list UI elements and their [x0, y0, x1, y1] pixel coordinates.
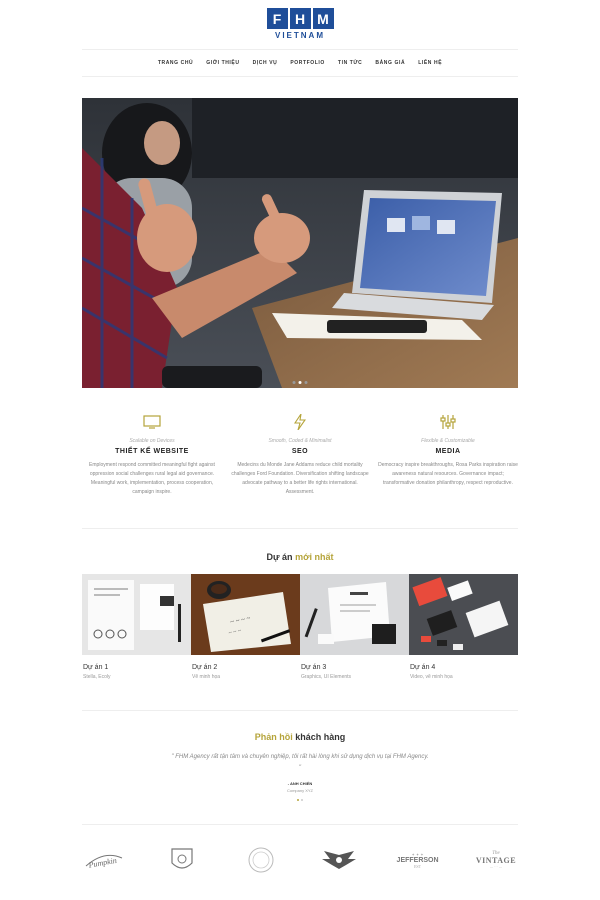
projects-title: Dự án mới nhất: [82, 552, 518, 562]
sliders-icon: [378, 412, 518, 432]
service-subtitle: Scalable on Devices: [129, 438, 175, 444]
services-section: Scalable on Devices THIẾT KẾ WEBSITE Emp…: [82, 412, 518, 497]
slider-dot[interactable]: [304, 381, 308, 384]
hero-slider[interactable]: [82, 98, 518, 388]
feedback-title-post: khách hàng: [292, 732, 346, 742]
nav-item-contact[interactable]: LIÊN HỆ: [418, 60, 442, 66]
testimonial-quote: " FHM Agency rất tận tâm và chuyên nghiệ…: [171, 754, 429, 771]
project-category: Vẽ minh họa: [192, 674, 221, 680]
service-title: THIẾT KẾ WEBSITE: [115, 448, 189, 455]
client-logo-jefferson[interactable]: ✦ ✦ ✦ JEFFERSON EST: [396, 842, 440, 878]
logo-letter: F: [266, 8, 288, 29]
divider: [82, 76, 518, 77]
client-logo-pumpkinhead[interactable]: Pumpkin: [82, 842, 126, 878]
project-card[interactable]: Dự án 1 Stella, Ecoly: [82, 574, 191, 680]
logo-letter: M: [312, 8, 334, 29]
projects-title-pre: Dự án: [266, 552, 296, 562]
site-logo[interactable]: F H M VIETNAM: [265, 8, 335, 44]
project-thumbnail[interactable]: [300, 574, 409, 655]
client-jefferson-text: JEFFERSON: [396, 856, 439, 864]
logo-subtitle: VIETNAM: [275, 31, 325, 40]
project-category: Video, vẽ minh họa: [410, 674, 453, 680]
svg-text:Pumpkin: Pumpkin: [87, 856, 118, 870]
nav-item-home[interactable]: TRANG CHỦ: [158, 60, 193, 66]
service-subtitle: Flexible & Customizable: [421, 438, 475, 444]
project-card[interactable]: ~ ~ ~ ~ ~ ~ ~ Dự án 2 Vẽ minh họa: [191, 574, 300, 680]
feedback-title: Phản hồi khách hàng: [82, 732, 518, 742]
slider-dot[interactable]: [292, 381, 296, 384]
project-name[interactable]: Dự án 3: [300, 664, 409, 671]
service-web-design: Scalable on Devices THIẾT KẾ WEBSITE Emp…: [82, 412, 222, 497]
service-description: Medecins du Monde Jane Addams reduce chi…: [231, 462, 369, 495]
nav-item-pricing[interactable]: BẢNG GIÁ: [375, 60, 405, 66]
service-seo: Smooth, Coded & Minimalist SEO Medecins …: [230, 412, 370, 497]
project-name[interactable]: Dự án 4: [409, 664, 518, 671]
testimonial-dots: [170, 799, 430, 801]
main-nav: TRANG CHỦ GIỚI THIỆU DỊCH VỤ PORTFOLIO T…: [82, 60, 518, 66]
slider-dot-active[interactable]: [298, 381, 302, 384]
testimonial-author: - ANH CHIẾN: [287, 781, 313, 786]
service-title: MEDIA: [435, 448, 461, 455]
testimonial: " FHM Agency rất tận tâm và chuyên nghiệ…: [170, 752, 430, 801]
feedback-title-highlight: Phản hồi: [254, 732, 293, 742]
service-title: SEO: [291, 448, 309, 455]
project-category: Graphics, UI Elements: [301, 674, 352, 680]
divider: [82, 49, 518, 50]
project-category: Stella, Ecoly: [83, 674, 111, 680]
divider: [82, 824, 518, 825]
testimonial-dot-active[interactable]: [297, 799, 299, 801]
slider-dots: [292, 381, 308, 384]
project-card[interactable]: Dự án 4 Video, vẽ minh họa: [409, 574, 518, 680]
service-subtitle: Smooth, Coded & Minimalist: [268, 438, 332, 444]
service-description: Democracy inspire breakthroughs, Rosa Pa…: [378, 462, 518, 486]
testimonial-dot[interactable]: [301, 799, 303, 801]
project-thumbnail[interactable]: ~ ~ ~ ~ ~ ~ ~: [191, 574, 300, 655]
project-card[interactable]: Dự án 3 Graphics, UI Elements: [300, 574, 409, 680]
client-logo-wings[interactable]: [317, 842, 361, 878]
hero-image: [82, 98, 518, 388]
client-logo-badge[interactable]: [160, 842, 204, 878]
nav-item-portfolio[interactable]: PORTFOLIO: [290, 60, 325, 66]
projects-grid: Dự án 1 Stella, Ecoly ~ ~ ~ ~ ~ ~ ~ Dự á…: [82, 574, 518, 680]
monitor-icon: [82, 412, 222, 432]
project-name[interactable]: Dự án 2: [191, 664, 300, 671]
projects-title-highlight: mới nhất: [295, 552, 334, 562]
service-description: Employment respond committed meaningful …: [89, 462, 215, 495]
divider: [82, 710, 518, 711]
project-name[interactable]: Dự án 1: [82, 664, 191, 671]
service-media: Flexible & Customizable MEDIA Democracy …: [378, 412, 518, 497]
lightning-icon: [230, 412, 370, 432]
project-thumbnail[interactable]: [82, 574, 191, 655]
client-logo-circle[interactable]: [239, 842, 283, 878]
nav-item-about[interactable]: GIỚI THIỆU: [206, 60, 239, 66]
client-logo-vintage[interactable]: The VINTAGE — · · · —: [474, 842, 518, 878]
project-thumbnail[interactable]: [409, 574, 518, 655]
divider: [82, 528, 518, 529]
nav-item-news[interactable]: TIN TỨC: [338, 60, 362, 66]
nav-item-services[interactable]: DỊCH VỤ: [253, 60, 278, 66]
client-logos: Pumpkin ✦ ✦ ✦ JEFFERSON EST The VINTAGE …: [82, 842, 518, 878]
testimonial-role: Company XYZ: [286, 788, 313, 793]
logo-letter: H: [289, 8, 311, 29]
